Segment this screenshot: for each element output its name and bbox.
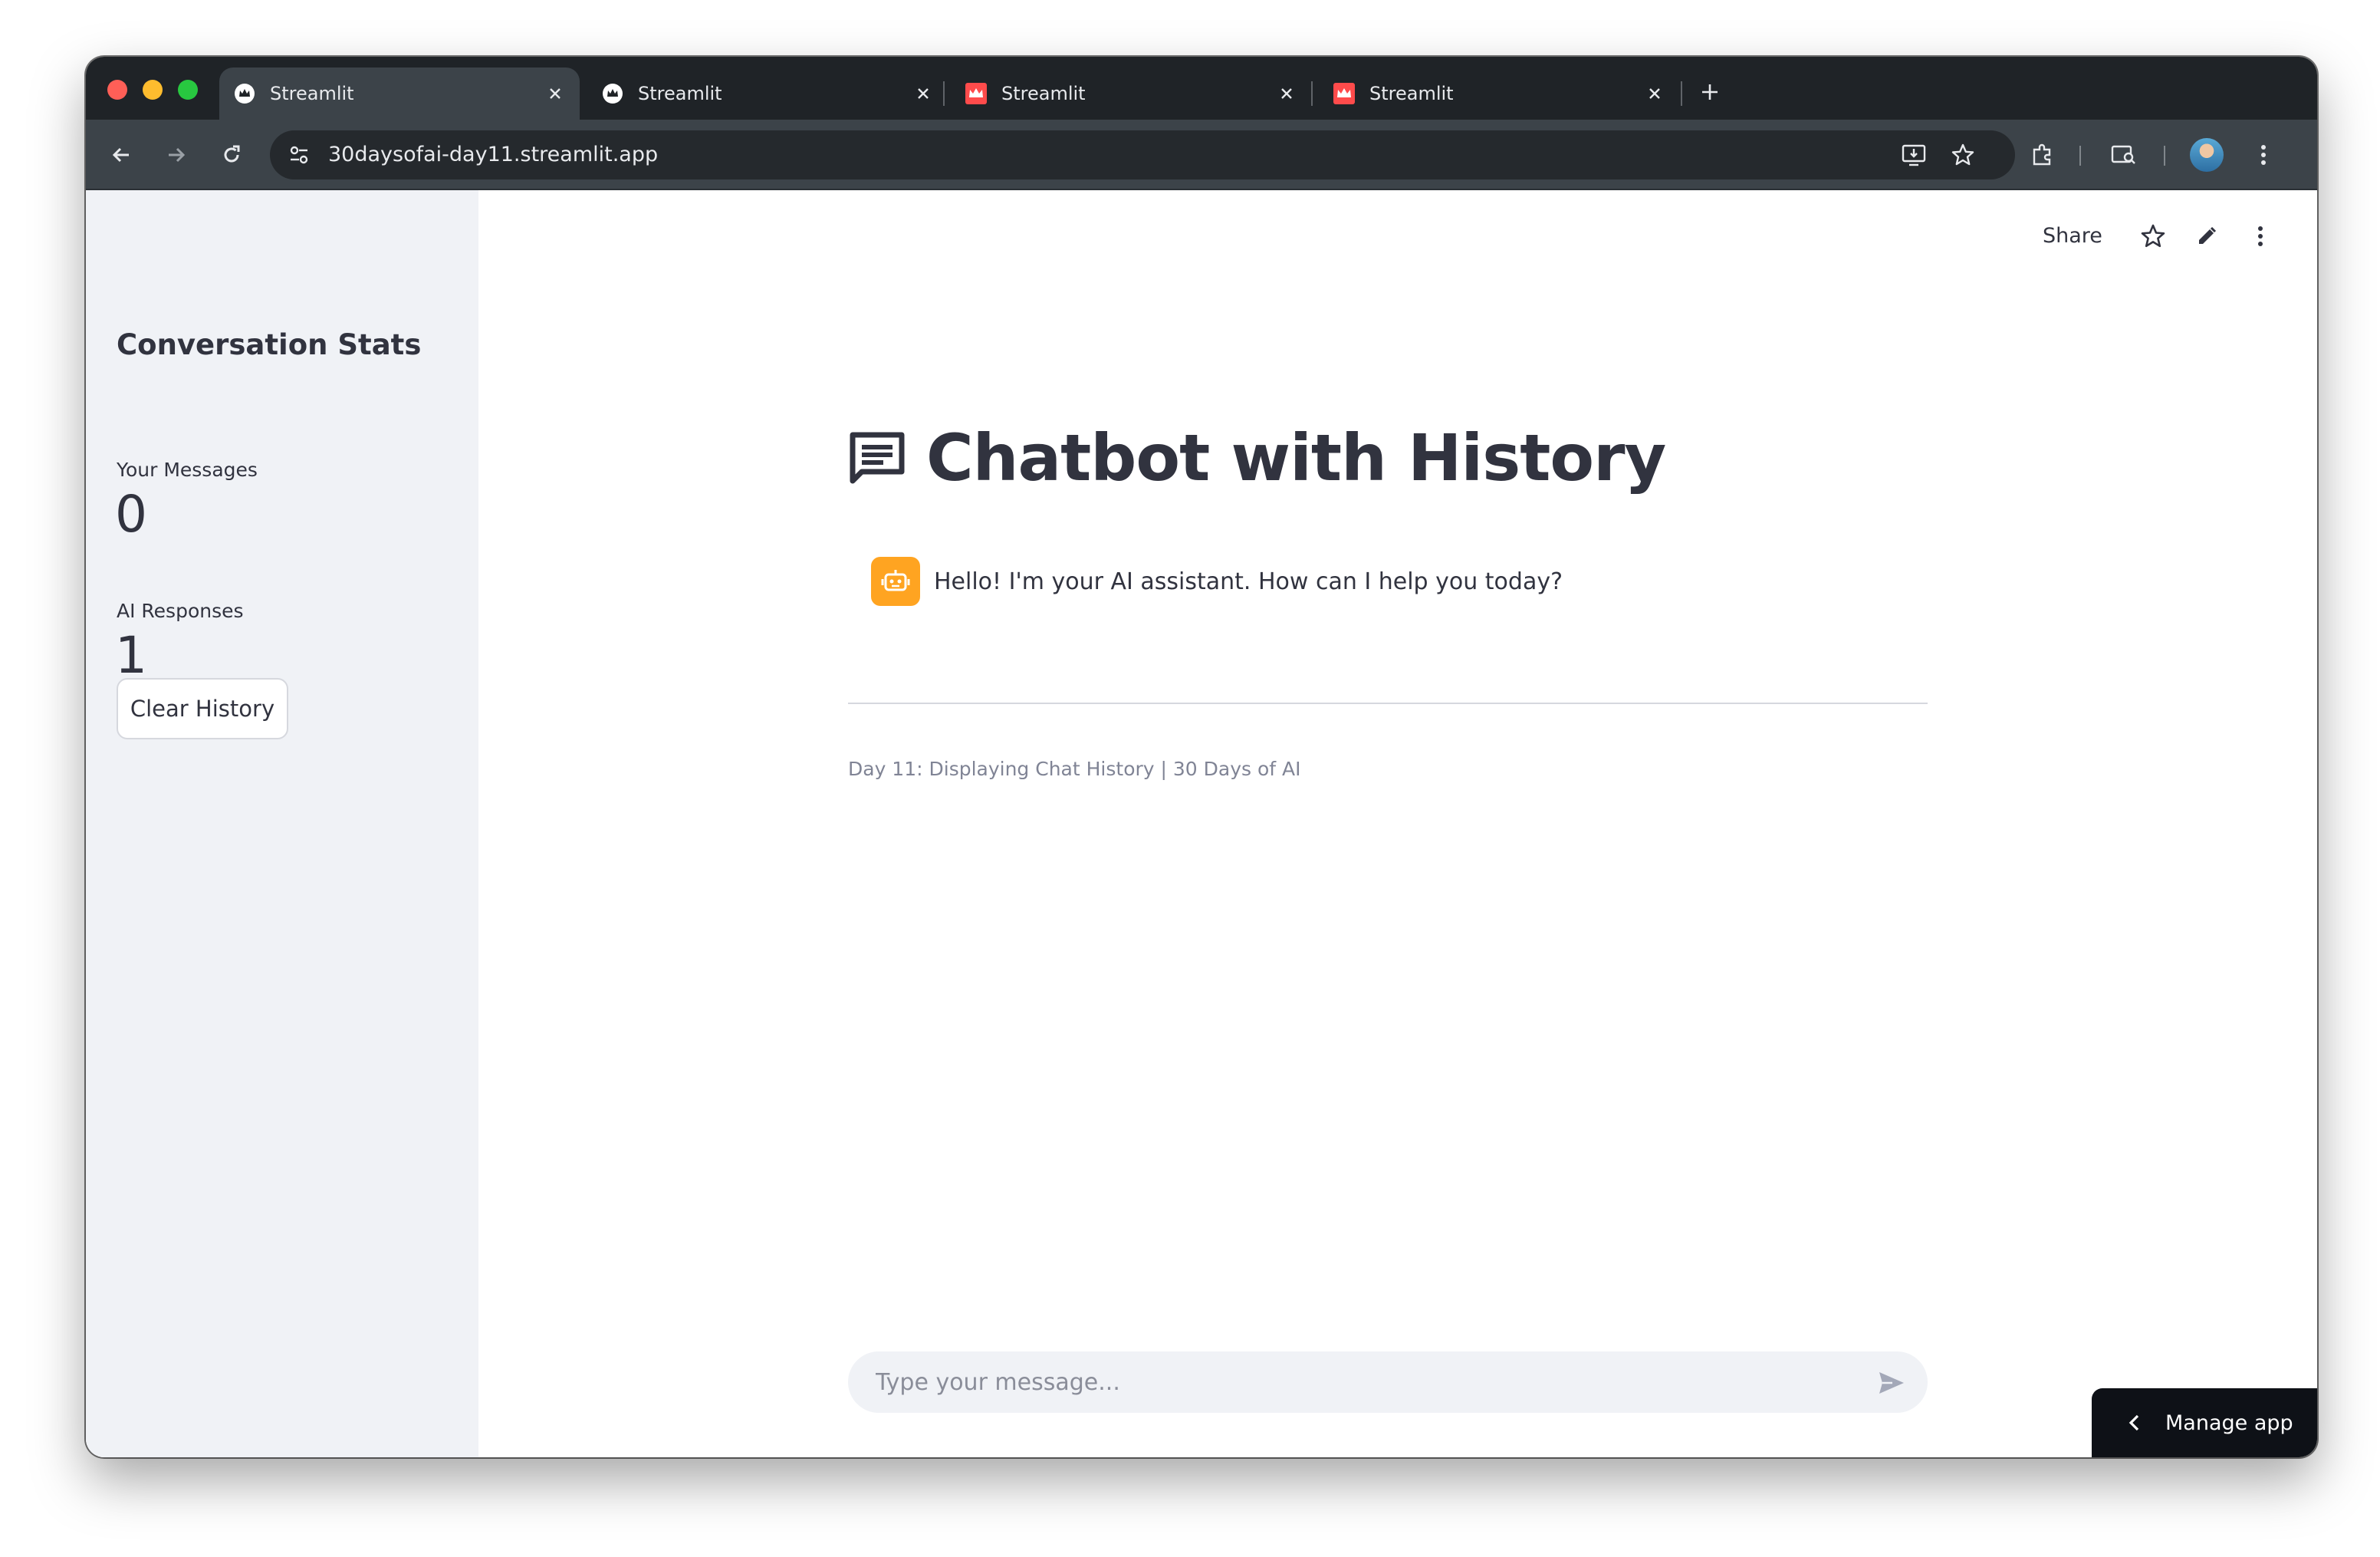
sidebar-title: Conversation Stats [117, 328, 422, 361]
arrow-left-icon [112, 147, 129, 163]
arrow-right-icon [169, 147, 186, 163]
share-button[interactable]: Share [2043, 224, 2102, 248]
minimize-window-button[interactable] [143, 80, 163, 100]
chat-input[interactable] [874, 1351, 1833, 1413]
reload-icon [224, 145, 240, 163]
chevron-left-icon [2122, 1411, 2147, 1435]
new-tab-button[interactable] [1695, 77, 1725, 107]
browser-window: Streamlit Streamlit Streamlit Streamlit … [86, 57, 2317, 1457]
browser-tab[interactable]: Streamlit [219, 67, 580, 120]
bookmark-star-icon[interactable] [1946, 138, 1980, 172]
toolbar-divider [2164, 146, 2165, 166]
send-icon[interactable] [1875, 1367, 1908, 1399]
tab-title: Streamlit [270, 83, 354, 104]
app-viewport: Conversation Stats Your Messages 0 AI Re… [86, 190, 2317, 1457]
browser-tab[interactable]: Streamlit [1319, 67, 1679, 120]
address-bar[interactable]: 30daysofai-day11.streamlit.app [270, 130, 2015, 179]
sidebar: Conversation Stats Your Messages 0 AI Re… [86, 190, 478, 1457]
tab-separator [943, 81, 945, 106]
browser-tab[interactable]: Streamlit [587, 67, 948, 120]
tab-search-icon[interactable] [2107, 138, 2141, 172]
back-button[interactable] [104, 138, 138, 172]
page-title-text: Chatbot with History [926, 420, 1666, 495]
close-icon[interactable] [1273, 80, 1300, 107]
maximize-window-button[interactable] [178, 80, 198, 100]
streamlit-red-icon [1333, 82, 1356, 105]
metric-label-ai-responses: AI Responses [117, 600, 244, 622]
star-icon[interactable] [2138, 221, 2168, 252]
tab-title: Streamlit [638, 83, 722, 104]
close-icon[interactable] [541, 80, 569, 107]
site-info-icon[interactable] [282, 138, 316, 172]
streamlit-red-icon [965, 82, 988, 105]
chat-bubble-icon [845, 426, 909, 490]
metric-value-your-messages: 0 [115, 485, 147, 544]
tab-separator [1681, 81, 1682, 106]
manage-app-label: Manage app [2165, 1411, 2293, 1435]
plus-icon [1702, 84, 1718, 100]
extensions-icon[interactable] [2026, 138, 2059, 172]
tab-title: Streamlit [1001, 83, 1086, 104]
browser-menu-icon[interactable] [2247, 138, 2280, 172]
reload-button[interactable] [215, 138, 248, 172]
close-icon[interactable] [909, 80, 937, 107]
browser-tab[interactable]: Streamlit [951, 67, 1311, 120]
profile-avatar[interactable] [2190, 138, 2224, 172]
clear-history-button[interactable]: Clear History [117, 678, 288, 739]
app-menu-icon[interactable] [2245, 221, 2276, 252]
close-icon[interactable] [1641, 80, 1668, 107]
edit-pencil-icon[interactable] [2191, 221, 2222, 252]
close-window-button[interactable] [107, 80, 127, 100]
horizontal-divider [848, 703, 1928, 704]
robot-avatar-icon [871, 557, 920, 606]
manage-app-button[interactable]: Manage app [2092, 1388, 2317, 1457]
forward-button[interactable] [159, 138, 193, 172]
tab-separator [1311, 81, 1313, 106]
caption-text: Day 11: Displaying Chat History | 30 Day… [848, 758, 1301, 780]
metric-value-ai-responses: 1 [115, 626, 147, 685]
page-title: Chatbot with History [845, 420, 1666, 495]
metric-label-your-messages: Your Messages [117, 459, 258, 481]
toolbar-divider [2079, 146, 2081, 166]
chat-input-container [848, 1351, 1928, 1413]
tab-strip: Streamlit Streamlit Streamlit Streamlit [86, 57, 2317, 120]
install-app-icon[interactable] [1897, 138, 1931, 172]
chat-message-text: Hello! I'm your AI assistant. How can I … [934, 568, 1563, 595]
streamlit-crown-icon [233, 82, 256, 105]
streamlit-crown-icon [601, 82, 624, 105]
chat-message-assistant: Hello! I'm your AI assistant. How can I … [871, 557, 1563, 606]
browser-toolbar: 30daysofai-day11.streamlit.app [86, 120, 2317, 190]
tab-title: Streamlit [1369, 83, 1454, 104]
url-text[interactable]: 30daysofai-day11.streamlit.app [328, 130, 658, 179]
